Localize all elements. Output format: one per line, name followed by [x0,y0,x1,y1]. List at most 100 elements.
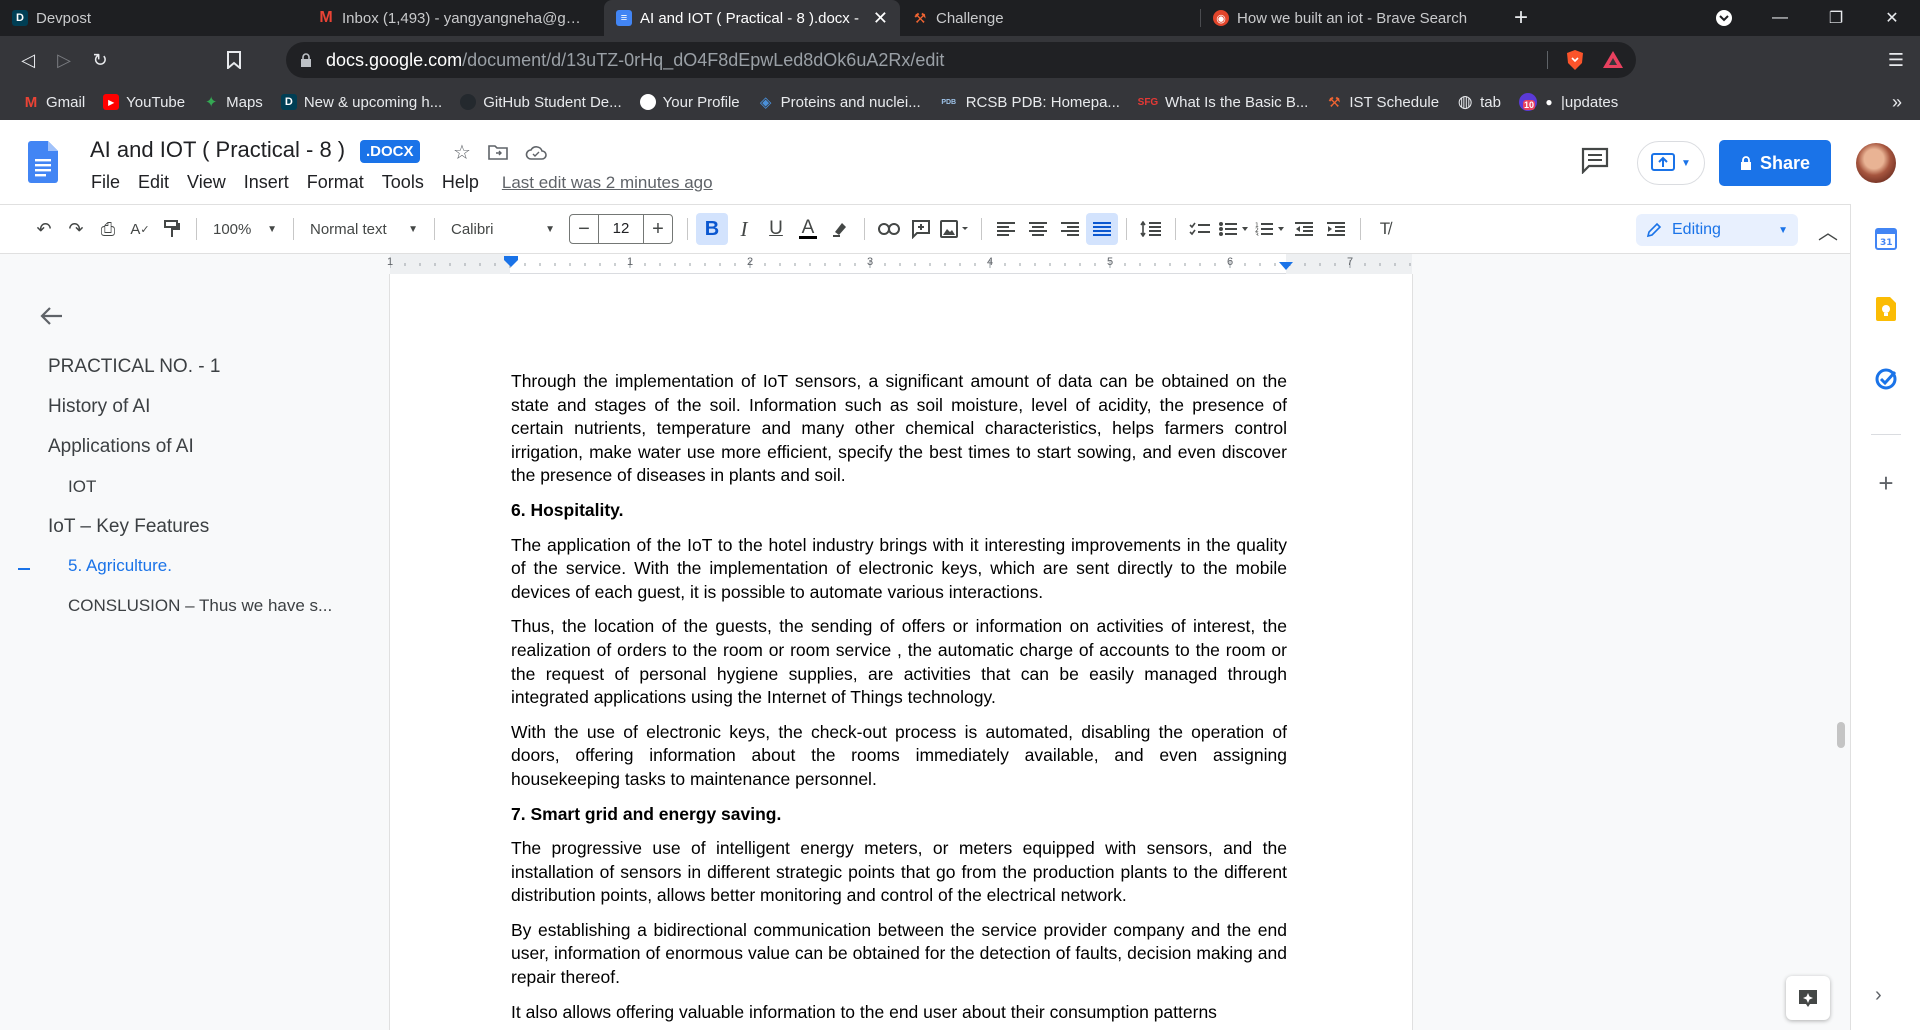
get-add-ons-icon[interactable]: + [1873,470,1899,496]
calendar-icon[interactable]: 31 [1873,226,1899,252]
align-justify-icon[interactable] [1086,213,1118,245]
underline-icon[interactable]: U [760,213,792,245]
menu-file[interactable]: File [82,172,129,193]
menu-insert[interactable]: Insert [235,172,298,193]
menu-tools[interactable]: Tools [373,172,433,193]
bookmark-tab[interactable]: ◍ tab [1448,92,1510,111]
bulleted-list-icon[interactable] [1216,213,1252,245]
menu-view[interactable]: View [178,172,235,193]
right-indent-handle[interactable] [1279,262,1293,272]
increase-indent-icon[interactable] [1320,213,1352,245]
bookmark-updates[interactable]: 10 ● |updates [1510,93,1627,111]
font-family-select[interactable]: Calibri ▼ [443,213,563,245]
address-bar[interactable]: docs.google.com/document/d/13uTZ-0rHq_dO… [286,42,1636,78]
tab-gmail[interactable]: M Inbox (1,493) - yangyangneha@gmail. [306,0,604,36]
paint-format-icon[interactable] [156,213,188,245]
brave-rewards-icon[interactable] [1602,49,1624,71]
close-tab-icon[interactable]: ✕ [873,8,888,29]
bookmark-devpost[interactable]: D New & upcoming h... [272,94,451,111]
menu-help[interactable]: Help [433,172,488,193]
present-button[interactable]: ▼ [1637,141,1705,185]
star-icon[interactable]: ☆ [450,140,474,164]
align-right-icon[interactable] [1054,213,1086,245]
paragraph-style-select[interactable]: Normal text ▼ [302,213,426,245]
clear-formatting-icon[interactable]: T̸ [1369,213,1401,245]
document-title[interactable]: AI and IOT ( Practical - 8 ) [90,137,345,163]
line-spacing-icon[interactable] [1135,213,1167,245]
menu-format[interactable]: Format [298,172,373,193]
font-size-input[interactable]: 12 [598,215,644,243]
align-left-icon[interactable] [990,213,1022,245]
brave-shield-icon[interactable] [1564,49,1586,71]
outline-item[interactable]: PRACTICAL NO. - 1 [48,356,220,378]
add-comment-icon[interactable] [905,213,937,245]
horizontal-ruler[interactable]: 1 1 2 3 4 5 6 7 [387,254,1412,274]
left-indent-handle[interactable] [504,256,518,268]
bookmark-rcsb-pdb[interactable]: PDB RCSB PDB: Homepa... [930,94,1129,111]
bookmark-your-profile[interactable]: Your Profile [631,94,749,111]
google-docs-logo-icon[interactable] [28,141,58,183]
italic-icon[interactable]: I [728,213,760,245]
editing-mode-select[interactable]: Editing ▼ [1636,214,1798,246]
bookmark-proteins[interactable]: ◈ Proteins and nuclei... [749,94,930,112]
tab-devpost[interactable]: D Devpost [0,0,306,36]
close-window-icon[interactable]: ✕ [1864,0,1920,36]
bookmark-basic[interactable]: SFG What Is the Basic B... [1129,94,1317,111]
bookmark-page-icon[interactable] [216,42,252,78]
numbered-list-icon[interactable]: 123 [1252,213,1288,245]
align-center-icon[interactable] [1022,213,1054,245]
decrease-indent-icon[interactable] [1288,213,1320,245]
move-folder-icon[interactable] [486,140,510,164]
outline-item[interactable]: History of AI [48,396,150,418]
bookmark-github-student[interactable]: GitHub Student De... [451,94,630,111]
last-edit-link[interactable]: Last edit was 2 minutes ago [502,173,713,193]
outline-item[interactable]: IOT [68,477,96,497]
insert-link-icon[interactable] [873,213,905,245]
show-side-panel-icon[interactable]: › [1875,984,1882,1007]
tab-brave-search[interactable]: ◉ How we built an iot - Brave Search [1201,0,1501,36]
new-tab-button[interactable]: + [1501,0,1541,36]
comment-history-icon[interactable] [1580,146,1612,178]
outline-item[interactable]: CONSLUSION – Thus we have s... [68,596,332,616]
outline-item-current[interactable]: 5. Agriculture. [68,556,172,576]
print-icon[interactable]: ⎙ [92,213,124,245]
tab-search-icon[interactable] [1696,0,1752,36]
back-icon[interactable]: ◁ [10,42,46,78]
increase-font-size-button[interactable]: + [644,218,672,241]
redo-icon[interactable]: ↷ [60,213,92,245]
close-outline-icon[interactable] [40,306,66,326]
restore-icon[interactable]: ❐ [1808,0,1864,36]
keep-icon[interactable] [1873,296,1899,322]
bookmark-gmail[interactable]: M Gmail [14,94,94,111]
explore-button[interactable] [1786,976,1830,1020]
more-bookmarks-icon[interactable]: » [1892,92,1902,113]
forward-icon[interactable]: ▷ [46,42,82,78]
minimize-icon[interactable]: — [1752,0,1808,36]
decrease-font-size-button[interactable]: − [570,218,598,241]
avatar[interactable] [1856,143,1896,183]
outline-item[interactable]: IoT – Key Features [48,516,209,538]
bold-icon[interactable]: B [696,213,728,245]
cloud-status-icon[interactable] [524,140,548,164]
menu-edit[interactable]: Edit [129,172,178,193]
tab-challenge[interactable]: ⚒ Challenge [900,0,1200,36]
hide-menus-icon[interactable]: ︿ [1812,214,1844,246]
bookmark-maps[interactable]: ✦ Maps [194,94,272,112]
document-page[interactable]: Through the implementation of IoT sensor… [390,274,1412,1030]
reload-icon[interactable]: ↻ [82,42,118,78]
undo-icon[interactable]: ↶ [28,213,60,245]
zoom-select[interactable]: 100% ▼ [205,213,285,245]
checklist-icon[interactable] [1184,213,1216,245]
share-button[interactable]: Share [1719,140,1831,186]
menu-icon[interactable]: ☰ [1878,42,1914,78]
bookmark-youtube[interactable]: ▶ YouTube [94,94,194,111]
highlight-color-icon[interactable] [824,213,856,245]
spellcheck-icon[interactable]: A ✓ [124,213,156,245]
tasks-icon[interactable] [1873,366,1899,392]
document-body[interactable]: Through the implementation of IoT sensor… [511,370,1287,1030]
scrollbar-thumb[interactable] [1837,722,1845,748]
bookmark-ist-schedule[interactable]: ⚒ IST Schedule [1317,94,1448,111]
text-color-icon[interactable]: A [792,213,824,245]
outline-item[interactable]: Applications of AI [48,436,194,458]
insert-image-icon[interactable] [937,213,973,245]
